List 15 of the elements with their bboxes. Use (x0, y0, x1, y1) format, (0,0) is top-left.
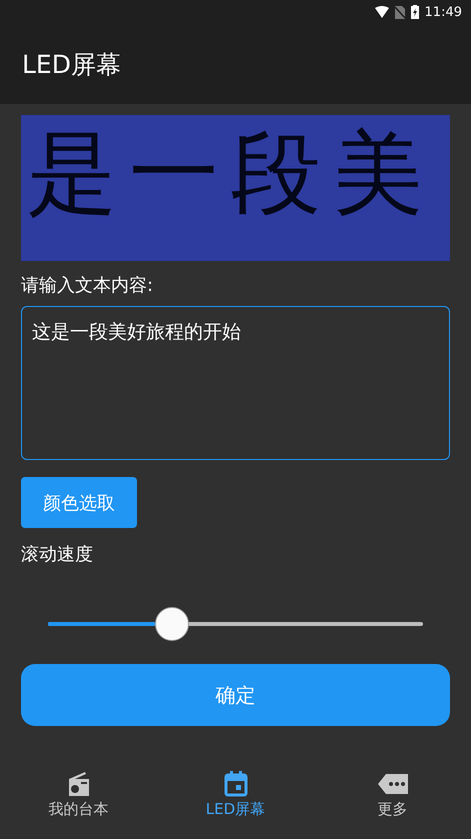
speed-label: 滚动速度 (21, 543, 94, 566)
text-input-field[interactable]: 这是一段美好旅程的开始 (21, 306, 450, 460)
app-title: LED屏幕 (22, 48, 121, 80)
nav-tab[interactable]: LED屏幕 (157, 770, 314, 819)
speed-slider[interactable] (48, 607, 423, 641)
no-sim-icon (394, 6, 405, 18)
slider-thumb[interactable] (154, 607, 189, 641)
input-label: 请输入文本内容: (21, 274, 154, 297)
wifi-icon (374, 6, 389, 18)
status-time: 11:49 (424, 4, 462, 20)
led-text: 是一段美 (27, 120, 435, 228)
battery-icon (410, 5, 419, 19)
nav-tab[interactable]: 我的台本 (0, 770, 157, 819)
nav-tab[interactable]: 更多 (314, 770, 471, 819)
calendar-icon (222, 770, 250, 798)
